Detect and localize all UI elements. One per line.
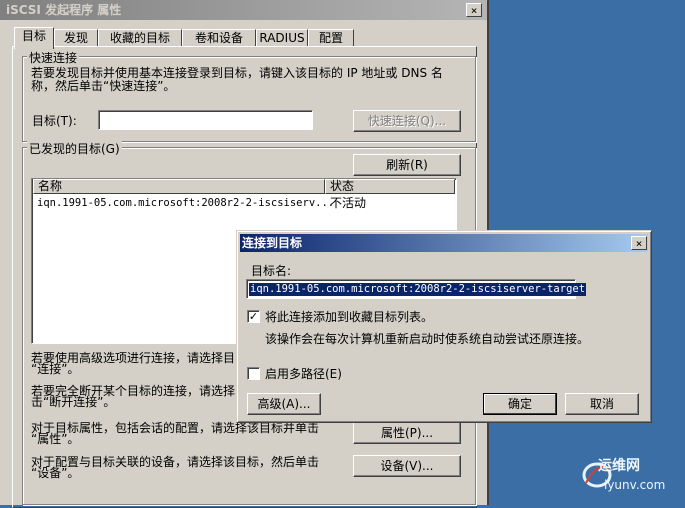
target-input[interactable] bbox=[98, 110, 313, 130]
add-favorites-help: 该操作会在每次计算机重新启动时使系统自动尝试还原连接。 bbox=[265, 332, 590, 346]
watermark: 运维网 iyunv.com bbox=[580, 455, 680, 500]
tab-radius[interactable]: RADIUS bbox=[256, 29, 308, 47]
row-target-name: iqn.1991-05.com.microsoft:2008r2-2-iscsi… bbox=[37, 197, 335, 209]
tab-targets[interactable]: 目标 bbox=[14, 27, 54, 49]
window-title: iSCSI 发起程序 属性 bbox=[6, 3, 122, 17]
column-name[interactable]: 名称 bbox=[33, 179, 325, 194]
properties-button[interactable]: 属性(P)... bbox=[353, 422, 461, 444]
window-titlebar[interactable]: iSCSI 发起程序 属性 bbox=[0, 0, 487, 20]
watermark-text-top: 运维网 bbox=[598, 458, 640, 474]
connect-instruction-2: “连接”。 bbox=[31, 362, 80, 376]
dialog-titlebar[interactable]: 连接到目标 bbox=[240, 234, 648, 252]
tab-configuration[interactable]: 配置 bbox=[308, 29, 354, 47]
dialog-close-button[interactable]: × bbox=[631, 236, 647, 250]
target-name-input[interactable]: iqn.1991-05.com.microsoft:2008r2-2-iscsi… bbox=[246, 279, 587, 299]
multipath-label: 启用多路径(E) bbox=[265, 367, 342, 381]
table-row[interactable]: iqn.1991-05.com.microsoft:2008r2-2-iscsi… bbox=[33, 195, 455, 210]
target-name-value: iqn.1991-05.com.microsoft:2008r2-2-iscsi… bbox=[249, 283, 587, 296]
add-favorites-label: 将此连接添加到收藏目标列表。 bbox=[265, 310, 434, 324]
disconnect-instruction-2: 击“断开连接”。 bbox=[31, 395, 116, 409]
target-name-label: 目标名: bbox=[251, 264, 292, 278]
connect-to-target-dialog: 连接到目标 × 目标名: iqn.1991-05.com.microsoft:2… bbox=[236, 230, 652, 423]
devices-instruction-2: “设备”。 bbox=[31, 466, 80, 480]
row-target-status: 不活动 bbox=[330, 196, 367, 210]
close-icon: × bbox=[635, 237, 643, 250]
target-field-label: 目标(T): bbox=[32, 114, 77, 128]
tab-discovery[interactable]: 发现 bbox=[54, 29, 98, 47]
tab-volumes-devices[interactable]: 卷和设备 bbox=[182, 29, 256, 47]
properties-instruction-2: “属性”。 bbox=[31, 432, 80, 446]
add-favorites-checkbox[interactable]: ✓ bbox=[247, 310, 260, 323]
window-close-button[interactable]: × bbox=[466, 3, 482, 17]
discovered-targets-label: 已发现的目标(G) bbox=[27, 140, 122, 157]
advanced-button[interactable]: 高级(A)... bbox=[247, 393, 321, 415]
tab-favorite-targets[interactable]: 收藏的目标 bbox=[98, 29, 182, 47]
watermark-text-bottom: iyunv.com bbox=[604, 478, 666, 492]
dialog-title: 连接到目标 bbox=[242, 236, 303, 250]
devices-button[interactable]: 设备(V)... bbox=[353, 455, 461, 477]
quick-connect-description-2: 称，然后单击“快速连接”。 bbox=[31, 79, 176, 93]
refresh-button[interactable]: 刷新(R) bbox=[353, 154, 461, 176]
check-icon: ✓ bbox=[248, 310, 259, 323]
multipath-checkbox[interactable] bbox=[247, 367, 260, 380]
ok-button[interactable]: 确定 bbox=[483, 393, 557, 415]
quick-connect-button[interactable]: 快速连接(Q)... bbox=[353, 110, 461, 132]
cancel-button[interactable]: 取消 bbox=[565, 393, 639, 415]
close-icon: × bbox=[470, 4, 478, 17]
quick-connect-label: 快速连接 bbox=[27, 49, 80, 66]
column-status[interactable]: 状态 bbox=[325, 179, 455, 194]
